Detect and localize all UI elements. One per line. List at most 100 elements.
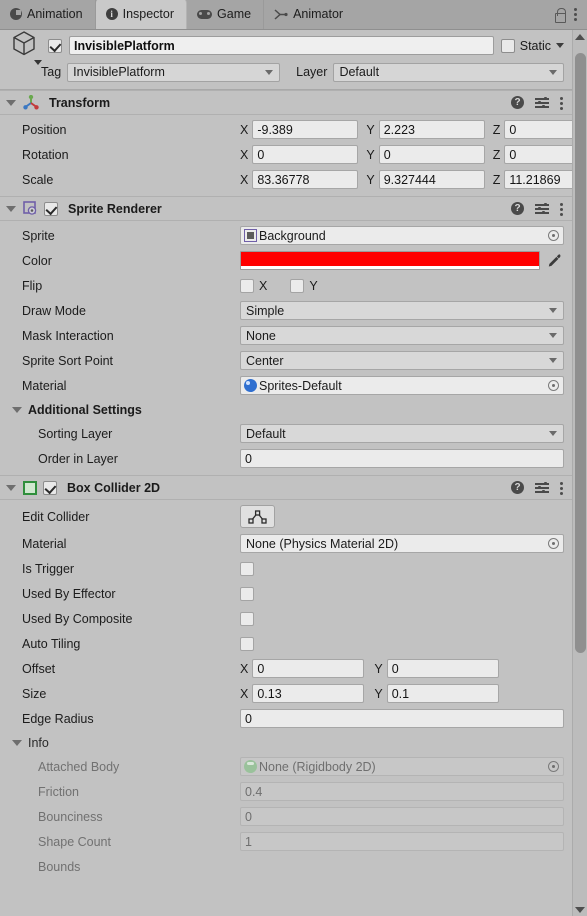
additional-settings-foldout-icon[interactable]	[12, 406, 22, 413]
vertical-scrollbar[interactable]	[572, 30, 587, 916]
offset-y-input[interactable]: 0	[386, 659, 499, 678]
layer-dropdown[interactable]: Default	[333, 62, 564, 82]
object-picker-icon[interactable]	[548, 230, 559, 241]
box-collider-2d-icon	[23, 480, 37, 495]
info-foldout-icon[interactable]	[12, 739, 22, 746]
is-trigger-row: Is Trigger	[8, 556, 564, 581]
preset-icon[interactable]	[535, 481, 549, 494]
sprite-renderer-title: Sprite Renderer	[68, 201, 162, 216]
preset-icon[interactable]	[535, 96, 549, 109]
tab-game[interactable]: Game	[187, 0, 265, 29]
gameobject-cube-icon[interactable]	[11, 30, 42, 65]
layer-value: Default	[339, 65, 380, 79]
auto-tiling-checkbox[interactable]	[240, 636, 254, 651]
additional-settings-foldout[interactable]: Additional Settings	[8, 398, 564, 421]
component-transform: Transform Position X -9.389 Y	[0, 90, 572, 196]
scale-label: Scale	[22, 172, 54, 187]
scroll-down-button[interactable]	[573, 903, 587, 916]
used-by-effector-checkbox[interactable]	[240, 586, 254, 601]
sr-material-row: Material Sprites-Default	[8, 373, 564, 398]
transform-foldout-icon[interactable]	[6, 99, 16, 106]
flip-y-label: Y	[309, 278, 318, 293]
transform-header[interactable]: Transform	[0, 91, 572, 115]
offset-x-input[interactable]: 0	[252, 659, 365, 678]
help-icon[interactable]	[511, 481, 524, 494]
rotation-label: Rotation	[22, 147, 69, 162]
edit-collider-button[interactable]	[240, 505, 275, 528]
axis-x-label: X	[240, 172, 249, 187]
used-by-effector-field-wrap	[240, 586, 564, 601]
kebab-menu-icon[interactable]	[574, 7, 578, 21]
sprite-object-field[interactable]: Background	[240, 226, 564, 245]
help-icon[interactable]	[511, 96, 524, 109]
offset-label: Offset	[22, 661, 56, 676]
kebab-menu-icon[interactable]	[560, 96, 564, 110]
used-by-composite-checkbox[interactable]	[240, 611, 254, 626]
sprite-renderer-enabled-checkbox[interactable]	[44, 201, 58, 216]
flip-x-checkbox[interactable]	[240, 278, 254, 293]
preset-icon[interactable]	[535, 202, 549, 215]
gameobject-enabled-checkbox[interactable]	[48, 38, 62, 53]
mask-interaction-dropdown[interactable]: None	[240, 326, 564, 345]
tag-dropdown[interactable]: InvisiblePlatform	[67, 62, 281, 82]
sprite-renderer-foldout-icon[interactable]	[6, 205, 16, 212]
bc-material-object-field[interactable]: None (Physics Material 2D)	[240, 534, 564, 553]
tab-animation[interactable]: Animation	[0, 0, 96, 29]
gameobject-name-input[interactable]: InvisiblePlatform	[69, 36, 494, 55]
rotation-y-input[interactable]: 0	[378, 145, 485, 164]
axis-x-label: X	[240, 122, 249, 137]
draw-mode-row: Draw Mode Simple	[8, 298, 564, 323]
inspector-content: InvisiblePlatform Static Tag InvisiblePl…	[0, 30, 572, 916]
position-y-input[interactable]: 2.223	[378, 120, 485, 139]
is-trigger-checkbox[interactable]	[240, 561, 254, 576]
edge-radius-input[interactable]: 0	[240, 709, 564, 728]
mask-interaction-value: None	[246, 328, 276, 343]
sr-material-object-field[interactable]: Sprites-Default	[240, 376, 564, 395]
sprite-sort-point-dropdown[interactable]: Center	[240, 351, 564, 370]
bc-material-label: Material	[22, 536, 67, 551]
size-y-input[interactable]: 0.1	[386, 684, 499, 703]
object-picker-icon[interactable]	[548, 538, 559, 549]
component-sprite-renderer: Sprite Renderer Sprite Background	[0, 196, 572, 475]
scale-y-input[interactable]: 9.327444	[378, 170, 485, 189]
eyedropper-icon[interactable]	[546, 252, 564, 269]
bounds-label: Bounds	[38, 859, 81, 874]
static-checkbox[interactable]	[500, 38, 515, 53]
attached-body-field-wrap: None (Rigidbody 2D)	[240, 757, 564, 776]
box-collider-enabled-checkbox[interactable]	[43, 480, 57, 495]
flip-label: Flip	[22, 278, 43, 293]
kebab-menu-icon[interactable]	[560, 202, 564, 216]
transform-header-tools	[511, 96, 564, 110]
flip-y-checkbox[interactable]	[290, 278, 305, 293]
kebab-menu-icon[interactable]	[560, 481, 564, 495]
sorting-layer-row: Sorting Layer Default	[8, 421, 564, 446]
tab-animator[interactable]: Animator	[264, 0, 355, 29]
rotation-z-input[interactable]: 0	[504, 145, 572, 164]
sprite-renderer-header[interactable]: Sprite Renderer	[0, 197, 572, 221]
scroll-up-button[interactable]	[573, 30, 587, 43]
help-icon[interactable]	[511, 202, 524, 215]
draw-mode-dropdown[interactable]: Simple	[240, 301, 564, 320]
position-x-input[interactable]: -9.389	[252, 120, 359, 139]
chevron-down-icon	[549, 358, 557, 363]
lock-icon[interactable]	[554, 7, 566, 23]
color-swatch-field[interactable]	[240, 251, 540, 270]
position-z-input[interactable]: 0	[504, 120, 572, 139]
rotation-fields: X 0 Y 0 Z 0	[240, 145, 572, 164]
rotation-x-input[interactable]: 0	[252, 145, 359, 164]
box-collider-2d-header[interactable]: Box Collider 2D	[0, 476, 572, 500]
object-picker-icon[interactable]	[548, 380, 559, 391]
scale-x-input[interactable]: 83.36778	[252, 170, 359, 189]
size-x-input[interactable]: 0.13	[252, 684, 365, 703]
scrollbar-track[interactable]	[573, 43, 587, 903]
box-collider-foldout-icon[interactable]	[6, 484, 16, 491]
scrollbar-thumb[interactable]	[574, 53, 586, 653]
gameobject-name-row: InvisiblePlatform Static	[8, 30, 564, 65]
used-by-effector-row: Used By Effector	[8, 581, 564, 606]
order-in-layer-input[interactable]: 0	[240, 449, 564, 468]
static-chevron-down-icon[interactable]	[556, 43, 564, 48]
info-foldout[interactable]: Info	[8, 731, 564, 754]
sorting-layer-dropdown[interactable]: Default	[240, 424, 564, 443]
scale-z-input[interactable]: 11.21869	[504, 170, 572, 189]
tab-inspector[interactable]: Inspector	[95, 0, 188, 29]
